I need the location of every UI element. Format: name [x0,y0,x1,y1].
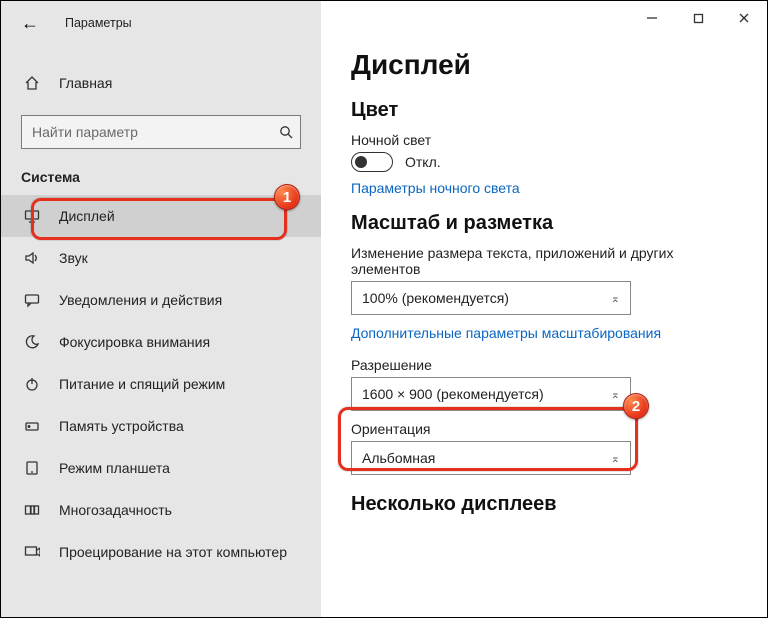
nightlight-toggle[interactable] [351,152,393,172]
home-nav-item[interactable]: Главная [1,63,321,103]
sidebar-item-label: Проецирование на этот компьютер [59,544,287,560]
close-button[interactable] [721,1,767,35]
sidebar-item-sound[interactable]: Звук [1,237,321,279]
page-title: Дисплей [351,49,737,81]
maximize-button[interactable] [675,1,721,35]
chevron-down-icon: ⌅ [611,292,620,305]
window-controls [629,1,767,35]
scale-label: Изменение размера текста, приложений и д… [351,245,737,277]
chevron-down-icon: ⌅ [611,452,620,465]
settings-window: ← Параметры Главная Система [0,0,768,618]
sidebar-item-multitasking[interactable]: Многозадачность [1,489,321,531]
power-icon [21,376,43,392]
sidebar-item-label: Фокусировка внимания [59,334,210,350]
sidebar-item-label: Режим планшета [59,460,170,476]
sidebar-item-tablet[interactable]: Режим планшета [1,447,321,489]
scale-select[interactable]: 100% (рекомендуется) ⌅ [351,281,631,315]
project-icon [21,544,43,560]
back-button[interactable]: ← [15,8,45,38]
storage-icon [21,418,43,434]
section-multi-heading: Несколько дисплеев [351,493,737,516]
scale-select-value: 100% (рекомендуется) [362,290,509,306]
resolution-select-value: 1600 × 900 (рекомендуется) [362,386,544,402]
nightlight-settings-link[interactable]: Параметры ночного света [351,180,737,196]
minimize-button[interactable] [629,1,675,35]
sidebar: ← Параметры Главная Система [1,1,321,617]
sidebar-item-projecting[interactable]: Проецирование на этот компьютер [1,531,321,573]
section-scale-heading: Масштаб и разметка [351,212,737,235]
chevron-down-icon: ⌅ [611,388,620,401]
search-input[interactable] [21,115,301,149]
moon-icon [21,334,43,350]
search-container [1,115,321,149]
back-arrow-icon: ← [21,13,39,34]
monitor-icon [21,208,43,224]
home-icon [21,75,43,91]
tablet-icon [21,460,43,476]
nightlight-label: Ночной свет [351,132,737,148]
sidebar-item-display[interactable]: Дисплей [1,195,321,237]
sidebar-item-label: Уведомления и действия [59,292,222,308]
window-title: Параметры [65,16,132,30]
advanced-scaling-link[interactable]: Дополнительные параметры масштабирования [351,325,737,341]
orientation-select-value: Альбомная [362,450,435,466]
sidebar-group-title: Система [1,169,321,185]
sidebar-item-label: Питание и спящий режим [59,376,225,392]
message-icon [21,292,43,308]
sidebar-item-storage[interactable]: Память устройства [1,405,321,447]
sidebar-item-label: Многозадачность [59,502,172,518]
orientation-select[interactable]: Альбомная ⌅ [351,441,631,475]
toggle-knob-icon [355,156,367,168]
sidebar-item-label: Дисплей [59,208,115,224]
section-color-heading: Цвет [351,99,737,122]
multitasking-icon [21,502,43,518]
sidebar-item-focus[interactable]: Фокусировка внимания [1,321,321,363]
nightlight-state: Откл. [405,154,441,170]
home-label: Главная [59,75,112,91]
content-pane: Дисплей Цвет Ночной свет Откл. Параметры… [321,1,767,617]
resolution-label: Разрешение [351,357,737,373]
sidebar-item-notifications[interactable]: Уведомления и действия [1,279,321,321]
sidebar-item-label: Память устройства [59,418,184,434]
sidebar-item-power[interactable]: Питание и спящий режим [1,363,321,405]
speaker-icon [21,250,43,266]
resolution-select[interactable]: 1600 × 900 (рекомендуется) ⌅ [351,377,631,411]
sidebar-item-label: Звук [59,250,88,266]
sidebar-nav: Дисплей Звук Уведомления и действия Фоку… [1,195,321,617]
titlebar: ← Параметры [1,1,321,45]
orientation-label: Ориентация [351,421,737,437]
